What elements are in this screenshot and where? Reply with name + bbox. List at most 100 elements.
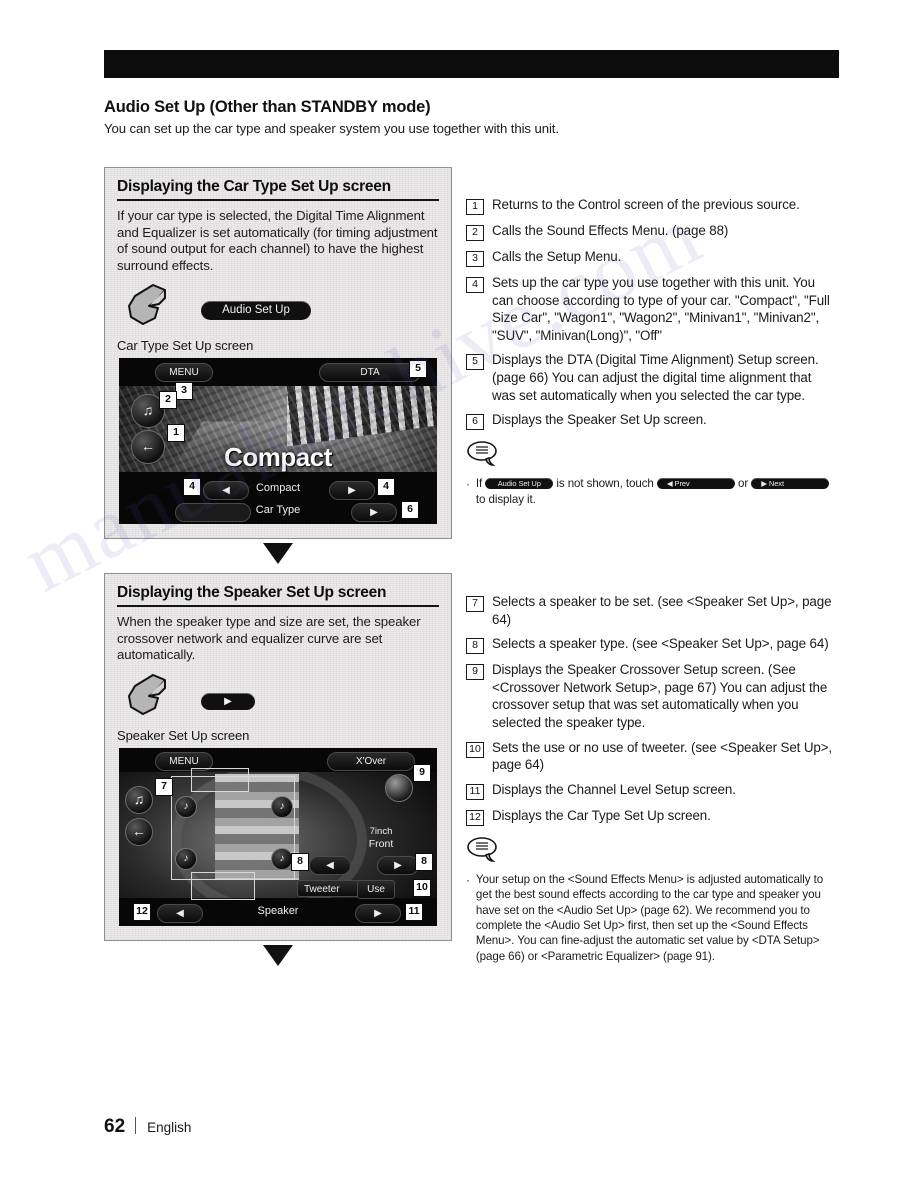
callout-text: Sets the use or no use of tweeter. (see … — [492, 739, 833, 773]
car-type-screen-caption: Car Type Set Up screen — [117, 338, 254, 353]
pointing-hand-icon — [128, 284, 166, 325]
tweeter-value-button[interactable]: Use — [357, 879, 395, 899]
return-icon-button[interactable]: ← — [125, 817, 153, 846]
callout-6: 6 Displays the Speaker Set Up screen. — [466, 411, 838, 431]
speaker-select-rear[interactable] — [191, 871, 255, 900]
badge-4-right: 4 — [377, 478, 395, 496]
callout-2: 2 Calls the Sound Effects Menu. (page 88… — [466, 222, 838, 241]
note-part-4: to display it. — [475, 492, 536, 506]
callout-3: 3 Calls the Setup Menu. — [466, 248, 838, 267]
speaker-type-prev-button[interactable]: ◀ — [309, 855, 351, 875]
car-type-value-label: Compact — [255, 482, 301, 494]
callout-text: Displays the Speaker Set Up screen. — [492, 412, 707, 428]
badge-8-right: 8 — [415, 852, 433, 871]
badge-5: 5 — [409, 360, 427, 378]
dta-button[interactable]: DTA — [319, 363, 421, 382]
callout-text: Returns to the Control screen of the pre… — [492, 197, 800, 212]
callout-text: Calls the Sound Effects Menu. (page 88) — [492, 223, 729, 238]
callout-12: 12 Displays the Car Type Set Up screen. — [466, 807, 838, 826]
audio-set-up-button[interactable]: Audio Set Up — [201, 301, 311, 320]
callout-4: 4 Sets up the car type you use together … — [466, 274, 838, 344]
badge-6: 6 — [401, 501, 419, 519]
speaker-set-up-screen: MENU X'Over 9 ♫ ← 7 ♪ ♪ ♪ ♪ 7inch Front — [119, 747, 437, 926]
next-pill[interactable]: ▶ Next — [751, 478, 830, 490]
page-number: 62 — [104, 1116, 126, 1137]
speaker-rear-right-icon[interactable]: ♪ — [271, 847, 293, 870]
go-to-car-type-button[interactable]: ◀ — [157, 903, 203, 923]
callout-number: 11 — [466, 783, 484, 800]
speaker-screen-caption: Speaker Set Up screen — [117, 727, 250, 743]
note-bottom-text: Your setup on the <Sound Effects Menu> i… — [475, 872, 824, 963]
car-type-next-button[interactable]: ▶ — [329, 481, 375, 500]
callout-text: Displays the Car Type Set Up screen. — [492, 807, 711, 823]
note-part-2: is not shown, touch — [556, 477, 654, 491]
note-bubble-icon — [467, 441, 497, 466]
badge-10: 10 — [413, 878, 431, 897]
note-part-3: or — [738, 477, 749, 491]
header-black-band — [104, 50, 839, 78]
speaker-position-label: Front — [368, 837, 394, 850]
callout-text: Displays the Channel Level Setup screen. — [492, 781, 736, 797]
prev-pill[interactable]: ◀ Prev — [656, 478, 735, 490]
badge-2: 2 — [159, 391, 177, 409]
callout-number: 2 — [466, 225, 484, 241]
badge-12: 12 — [133, 902, 151, 921]
section-speaker: Displaying the Speaker Set Up screen Whe… — [104, 573, 452, 941]
menu-button[interactable]: MENU — [155, 363, 213, 382]
sound-effects-icon-button[interactable]: ♫ — [125, 785, 153, 814]
flow-arrow-2 — [104, 944, 452, 975]
footer-divider — [135, 1117, 137, 1134]
note-block-bottom: · Your setup on the <Sound Effects Menu>… — [466, 836, 838, 964]
next-screen-button[interactable]: ▶ — [201, 692, 255, 710]
callout-number: 12 — [466, 809, 484, 826]
bottom-mode-label: Speaker — [257, 904, 299, 917]
callout-number: 3 — [466, 251, 484, 267]
callout-number: 6 — [466, 414, 484, 431]
speaker-front-left-icon[interactable]: ♪ — [175, 795, 197, 818]
section-speaker-body: When the speaker type and size are set, … — [117, 614, 421, 662]
callout-9: 9 Displays the Speaker Crossover Setup s… — [466, 661, 838, 731]
badge-11: 11 — [405, 902, 423, 921]
right-column-spacer — [466, 507, 838, 593]
go-to-speaker-setup-button[interactable]: ▶ — [351, 503, 397, 522]
section-car-type: Displaying the Car Type Set Up screen If… — [104, 167, 452, 539]
callout-number: 9 — [466, 664, 484, 681]
return-icon-button[interactable]: ← — [131, 430, 165, 464]
bottom-mode-label: Car Type — [255, 504, 301, 516]
crossover-knob-icon[interactable] — [385, 773, 413, 802]
note-bullet: · — [466, 477, 470, 492]
speaker-rear-left-icon[interactable]: ♪ — [175, 847, 197, 870]
callout-text: Displays the DTA (Digital Time Alignment… — [492, 352, 819, 403]
note-block-top: · If Audio Set Up is not shown, touch ◀ … — [466, 440, 838, 507]
manual-page: Audio Set Up (Other than STANDBY mode) Y… — [0, 0, 918, 1188]
page-footer: 62 English — [104, 1115, 191, 1138]
page-title: Audio Set Up (Other than STANDBY mode) — [104, 98, 431, 116]
note-bullet: · — [466, 872, 470, 887]
badge-8-left: 8 — [291, 852, 309, 871]
note-top-text: If Audio Set Up is not shown, touch ◀ Pr… — [476, 476, 838, 507]
speaker-type-next-button[interactable]: ▶ — [377, 855, 419, 875]
speaker-size-label: 7inch — [369, 825, 393, 837]
callout-number: 7 — [466, 595, 484, 612]
xover-button[interactable]: X'Over — [327, 751, 415, 771]
callout-number: 8 — [466, 638, 484, 655]
left-column: Displaying the Car Type Set Up screen If… — [104, 167, 452, 975]
callout-text: Calls the Setup Menu. — [492, 249, 622, 264]
badge-7: 7 — [155, 777, 173, 796]
car-type-overlay-label: Compact — [224, 442, 332, 472]
right-column: 1 Returns to the Control screen of the p… — [466, 196, 838, 964]
section-speaker-heading: Displaying the Speaker Set Up screen — [117, 584, 439, 607]
callout-text: Sets up the car type you use together wi… — [492, 275, 830, 343]
pointing-hand-icon — [128, 673, 166, 715]
badge-9: 9 — [413, 763, 431, 782]
callout-text: Selects a speaker type. (see <Speaker Se… — [492, 636, 829, 652]
speaker-front-right-icon[interactable]: ♪ — [271, 795, 293, 818]
go-to-channel-level-button[interactable]: ▶ — [355, 903, 401, 923]
triangle-down-icon — [263, 944, 293, 966]
callout-number: 4 — [466, 277, 484, 293]
audio-set-up-pill[interactable]: Audio Set Up — [485, 478, 554, 490]
callout-7: 7 Selects a speaker to be set. (see <Spe… — [466, 593, 838, 628]
triangle-down-icon — [263, 543, 293, 564]
speaker-action-row: ▶ — [117, 672, 439, 724]
note-part-1: If — [475, 477, 483, 491]
